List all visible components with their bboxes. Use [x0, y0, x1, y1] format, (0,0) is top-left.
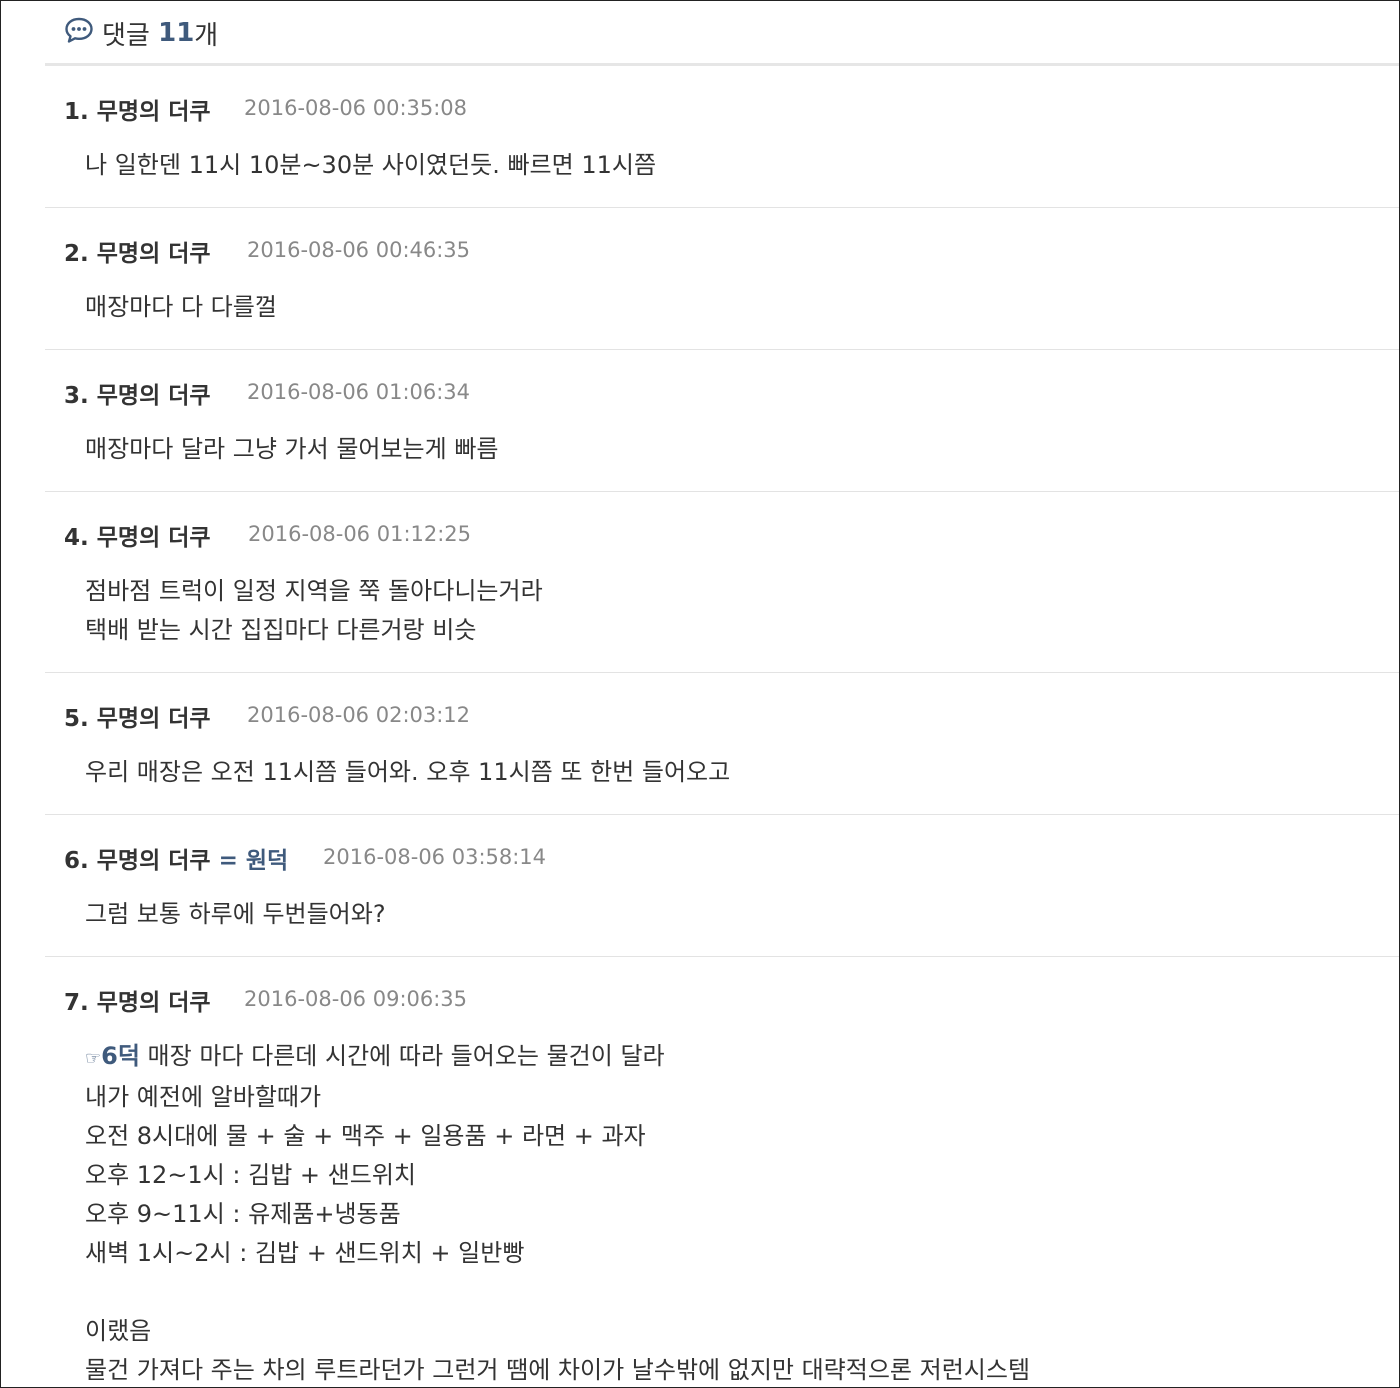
pointing-hand-icon: ☞ — [85, 1048, 102, 1069]
comment-date: 2016-08-06 03:58:14 — [323, 845, 547, 869]
comment-number: 5. — [64, 706, 89, 732]
comment-meta: 3. 무명의 더쿠 2016-08-06 01:06:34 — [45, 350, 1399, 430]
comments-header: 댓글 11 개 — [64, 13, 218, 53]
comment-body: 매장마다 다 다를껄 — [45, 288, 1399, 349]
comment-item: 6. 무명의 더쿠 = 원덕 2016-08-06 03:58:14 그럼 보통… — [45, 815, 1399, 957]
comment-text-line — [85, 1273, 1399, 1312]
comment-meta: 6. 무명의 더쿠 = 원덕 2016-08-06 03:58:14 — [45, 815, 1399, 895]
author-name: 무명의 더쿠 — [96, 706, 211, 732]
comment-body: ☞6덕 매장 마다 다른데 시간에 따라 들어오는 물건이 달라 내가 예전에 … — [45, 1037, 1399, 1387]
comment-text: 매장 마다 다른데 시간에 따라 들어오는 물건이 달라 — [139, 1042, 665, 1070]
comment-text-line: 우리 매장은 오전 11시쯤 들어와. 오후 11시쯤 또 한번 들어오고 — [85, 758, 731, 786]
comment-date: 2016-08-06 01:06:34 — [247, 380, 471, 404]
comment-text-line: 오전 8시대에 물 + 술 + 맥주 + 일용품 + 라면 + 과자 — [85, 1122, 646, 1150]
comment-date: 2016-08-06 00:46:35 — [247, 238, 471, 262]
comment-text-line: 새벽 1시~2시 : 김밥 + 샌드위치 + 일반빵 — [85, 1239, 525, 1267]
author-name: 무명의 더쿠 — [96, 241, 211, 267]
comments-panel: 댓글 11 개 1. 무명의 더쿠 2016-08-06 00:35:08 나 일… — [0, 0, 1400, 1388]
reply-mention-label: 6덕 — [101, 1042, 140, 1070]
comment-date: 2016-08-06 09:06:35 — [244, 987, 468, 1011]
comment-item: 3. 무명의 더쿠 2016-08-06 01:06:34 매장마다 달라 그냥… — [45, 350, 1399, 492]
comment-item: 7. 무명의 더쿠 2016-08-06 09:06:35 ☞6덕 매장 마다 … — [45, 957, 1399, 1387]
comment-date: 2016-08-06 01:12:25 — [248, 522, 472, 546]
comment-author: 3. 무명의 더쿠 — [64, 376, 211, 410]
comment-date: 2016-08-06 00:35:08 — [244, 96, 468, 120]
comment-text-line: 택배 받는 시간 집집마다 다른거랑 비슷 — [85, 616, 477, 644]
comment-meta: 7. 무명의 더쿠 2016-08-06 09:06:35 — [45, 957, 1399, 1037]
reply-mention-link[interactable]: ☞6덕 — [85, 1042, 140, 1070]
speech-bubble-icon — [64, 16, 102, 51]
author-name: 무명의 더쿠 — [96, 383, 211, 409]
comment-item: 5. 무명의 더쿠 2016-08-06 02:03:12 우리 매장은 오전 … — [45, 673, 1399, 815]
comment-item: 2. 무명의 더쿠 2016-08-06 00:46:35 매장마다 다 다를껄 — [45, 208, 1399, 350]
comment-text-line: ☞6덕 매장 마다 다른데 시간에 따라 들어오는 물건이 달라 — [85, 1037, 1399, 1078]
comment-number: 6. — [64, 848, 89, 874]
comment-date: 2016-08-06 02:03:12 — [247, 703, 471, 727]
comment-text-line: 매장마다 다 다를껄 — [85, 293, 277, 321]
comment-body: 나 일한덴 11시 10분~30분 사이였던듯. 빠르면 11시쯤 — [45, 146, 1399, 207]
comment-number: 2. — [64, 241, 89, 267]
comment-author: 2. 무명의 더쿠 — [64, 234, 211, 268]
comment-item: 1. 무명의 더쿠 2016-08-06 00:35:08 나 일한덴 11시 … — [45, 66, 1399, 208]
comment-author: 6. 무명의 더쿠 = 원덕 — [64, 841, 288, 875]
comment-list: 1. 무명의 더쿠 2016-08-06 00:35:08 나 일한덴 11시 … — [45, 66, 1399, 1387]
comment-author: 4. 무명의 더쿠 — [64, 518, 211, 552]
comment-text-line: 내가 예전에 알바할때가 — [85, 1083, 322, 1111]
comment-body: 그럼 보통 하루에 두번들어와? — [45, 895, 1399, 956]
comment-meta: 2. 무명의 더쿠 2016-08-06 00:46:35 — [45, 208, 1399, 288]
comment-text-line: 오후 9~11시 : 유제품+냉동품 — [85, 1200, 401, 1228]
comment-meta: 4. 무명의 더쿠 2016-08-06 01:12:25 — [45, 492, 1399, 572]
comment-number: 1. — [64, 99, 89, 125]
comment-author: 1. 무명의 더쿠 — [64, 92, 211, 126]
comment-author: 5. 무명의 더쿠 — [64, 699, 211, 733]
comment-text-line: 점바점 트럭이 일정 지역을 쭉 돌아다니는거라 — [85, 577, 543, 605]
author-tag: = 원덕 — [218, 848, 289, 874]
comment-body: 우리 매장은 오전 11시쯤 들어와. 오후 11시쯤 또 한번 들어오고 — [45, 753, 1399, 814]
comment-text-line: 그럼 보통 하루에 두번들어와? — [85, 900, 386, 928]
author-name: 무명의 더쿠 — [96, 99, 211, 125]
comment-body: 매장마다 달라 그냥 가서 물어보는게 빠름 — [45, 430, 1399, 491]
comments-count: 11 — [158, 18, 195, 48]
comment-meta: 1. 무명의 더쿠 2016-08-06 00:35:08 — [45, 66, 1399, 146]
comments-title: 댓글 — [102, 20, 150, 51]
comment-author: 7. 무명의 더쿠 — [64, 983, 211, 1017]
comment-number: 4. — [64, 525, 89, 551]
comment-text-line: 나 일한덴 11시 10분~30분 사이였던듯. 빠르면 11시쯤 — [85, 151, 657, 179]
author-name: 무명의 더쿠 — [96, 848, 211, 874]
comment-body: 점바점 트럭이 일정 지역을 쭉 돌아다니는거라 택배 받는 시간 집집마다 다… — [45, 572, 1399, 672]
comment-text-line: 매장마다 달라 그냥 가서 물어보는게 빠름 — [85, 435, 499, 463]
comment-item: 4. 무명의 더쿠 2016-08-06 01:12:25 점바점 트럭이 일정… — [45, 492, 1399, 673]
comment-text-line: 오후 12~1시 : 김밥 + 샌드위치 — [85, 1161, 416, 1189]
comment-number: 7. — [64, 990, 89, 1016]
comment-number: 3. — [64, 383, 89, 409]
comment-text-line: 물건 가져다 주는 차의 루트라던가 그런거 땜에 차이가 날수밖에 없지만 대… — [85, 1356, 1031, 1384]
author-name: 무명의 더쿠 — [96, 525, 211, 551]
comment-meta: 5. 무명의 더쿠 2016-08-06 02:03:12 — [45, 673, 1399, 753]
author-name: 무명의 더쿠 — [96, 990, 211, 1016]
comments-count-unit: 개 — [194, 20, 219, 51]
comment-text-line: 이랬음 — [85, 1317, 152, 1345]
